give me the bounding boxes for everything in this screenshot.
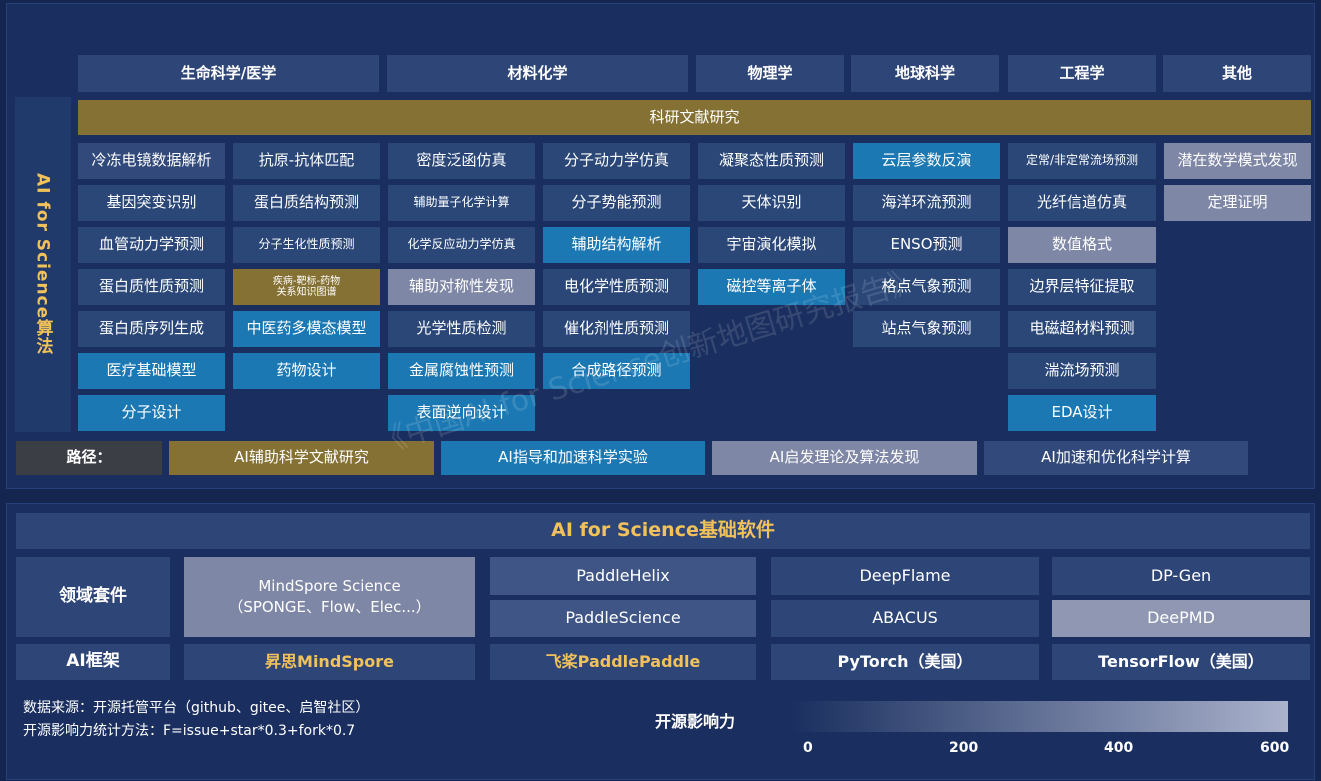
software-title: AI for Science基础软件 (16, 513, 1310, 549)
framework-label: AI框架 (16, 644, 170, 680)
algo-cell: 医疗基础模型 (78, 353, 225, 389)
deepmd-suite: DeePMD (1052, 600, 1310, 637)
algo-cell: 蛋白质结构预测 (233, 185, 380, 221)
algo-cell: 定理证明 (1164, 185, 1311, 221)
algo-cell: 分子势能预测 (543, 185, 690, 221)
algo-cell: 抗原-抗体匹配 (233, 143, 380, 179)
side-label: AI for Science算法 (32, 173, 53, 356)
framework-mindspore: 昇思MindSpore (184, 644, 475, 680)
category-engineering: 工程学 (1008, 55, 1156, 92)
algo-cell: EDA设计 (1008, 395, 1156, 431)
algo-cell: 分子动力学仿真 (543, 143, 690, 179)
category-other: 其他 (1163, 55, 1311, 92)
algo-cell: 分子设计 (78, 395, 225, 431)
algo-cell: 密度泛函仿真 (388, 143, 535, 179)
category-physics: 物理学 (696, 55, 844, 92)
legend-gradient (790, 701, 1288, 732)
category-earth-science: 地球科学 (851, 55, 999, 92)
paddlescience-suite: PaddleScience (490, 600, 756, 637)
algo-cell: 云层参数反演 (853, 143, 1000, 179)
path-computation: AI加速和优化科学计算 (984, 441, 1248, 475)
algo-cell: 宇宙演化模拟 (698, 227, 845, 263)
algo-cell: 血管动力学预测 (78, 227, 225, 263)
legend-tick: 0 (803, 740, 813, 756)
algo-cell: 数值格式 (1008, 227, 1156, 263)
algo-cell: 电化学性质预测 (543, 269, 690, 305)
path-label: 路径： (16, 441, 162, 475)
suite-label: 领域套件 (16, 557, 170, 637)
algo-cell: 化学反应动力学仿真 (388, 227, 535, 263)
dpgen-suite: DP-Gen (1052, 557, 1310, 595)
category-materials-chemistry: 材料化学 (387, 55, 688, 92)
algo-cell: 湍流场预测 (1008, 353, 1156, 389)
literature-research-bar: 科研文献研究 (78, 100, 1311, 135)
algo-cell: 冷冻电镜数据解析 (78, 143, 225, 179)
algo-cell: 凝聚态性质预测 (698, 143, 845, 179)
algo-cell: 中医药多模态模型 (233, 311, 380, 347)
paddlehelix-suite: PaddleHelix (490, 557, 756, 595)
mindspore-suite: MindSpore Science （SPONGE、Flow、Elec...） (184, 557, 475, 637)
category-life-science: 生命科学/医学 (78, 55, 379, 92)
legend-title: 开源影响力 (655, 712, 736, 731)
framework-pytorch: PyTorch（美国） (771, 644, 1039, 680)
algo-cell: 潜在数学模式发现 (1164, 143, 1311, 179)
algo-cell: ENSO预测 (853, 227, 1000, 263)
data-source-note: 数据来源：开源托管平台（github、gitee、启智社区） (23, 700, 370, 716)
deepflame-suite: DeepFlame (771, 557, 1039, 595)
algo-cell: 蛋白质序列生成 (78, 311, 225, 347)
algo-cell: 辅助结构解析 (543, 227, 690, 263)
path-theory: AI启发理论及算法发现 (712, 441, 977, 475)
algo-cell: 站点气象预测 (853, 311, 1000, 347)
legend-tick: 600 (1260, 740, 1290, 756)
algo-cell: 辅助对称性发现 (388, 269, 535, 305)
algo-cell: 基因突变识别 (78, 185, 225, 221)
algo-cell: 蛋白质性质预测 (78, 269, 225, 305)
algo-cell: 定常/非定常流场预测 (1008, 143, 1156, 179)
algo-cell: 边界层特征提取 (1008, 269, 1156, 305)
abacus-suite: ABACUS (771, 600, 1039, 637)
algo-cell: 海洋环流预测 (853, 185, 1000, 221)
framework-paddlepaddle: 飞桨PaddlePaddle (490, 644, 756, 680)
path-experiment: AI指导和加速科学实验 (441, 441, 705, 475)
algo-cell: 光纤信道仿真 (1008, 185, 1156, 221)
method-note: 开源影响力统计方法：F=issue+star*0.3+fork*0.7 (23, 723, 356, 739)
algo-cell: 光学性质检测 (388, 311, 535, 347)
algo-cell: 天体识别 (698, 185, 845, 221)
algo-cell: 分子生化性质预测 (233, 227, 380, 263)
framework-tensorflow: TensorFlow（美国） (1052, 644, 1310, 680)
algo-cell: 疾病-靶标-药物 关系知识图谱 (233, 269, 380, 305)
algo-cell: 电磁超材料预测 (1008, 311, 1156, 347)
algo-cell: 药物设计 (233, 353, 380, 389)
algo-cell: 辅助量子化学计算 (388, 185, 535, 221)
legend-tick: 200 (949, 740, 979, 756)
legend-tick: 400 (1104, 740, 1134, 756)
